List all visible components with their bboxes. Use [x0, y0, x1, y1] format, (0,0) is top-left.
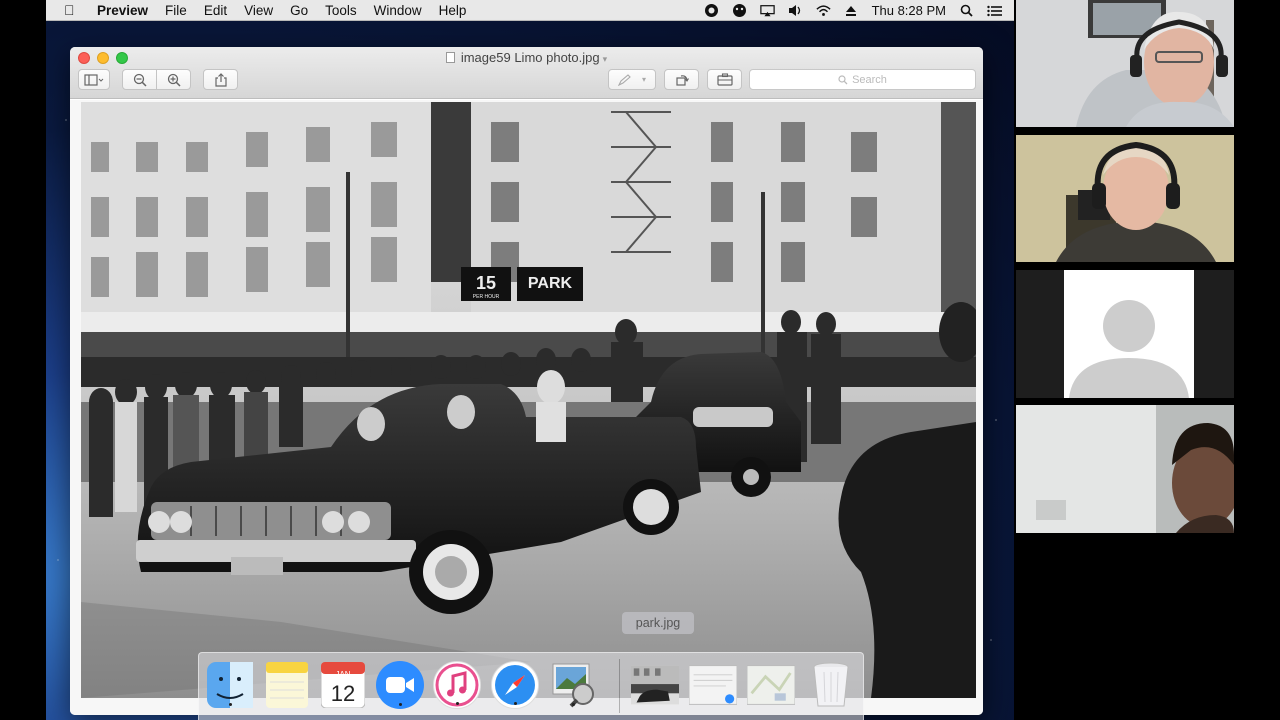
map-thumbnail-icon — [747, 665, 795, 705]
participant-tile-2[interactable] — [1016, 135, 1234, 262]
sign-fifteen: 15 — [476, 273, 496, 293]
status-face-icon[interactable] — [732, 4, 747, 17]
zoom-in-button[interactable] — [156, 69, 191, 90]
participant-video-2 — [1016, 135, 1234, 262]
sign-park: PARK — [528, 275, 573, 292]
volume-icon[interactable] — [788, 4, 803, 17]
trash-icon — [813, 662, 849, 707]
safari-icon — [495, 665, 535, 705]
menu-bar:  Preview File Edit View Go Tools Window… — [46, 0, 1014, 21]
participant-tile-3[interactable] — [1016, 270, 1234, 398]
search-icon — [838, 74, 848, 84]
calendar-month: JAN — [335, 670, 351, 679]
document-title-text: image59 Limo photo.jpg — [460, 50, 600, 65]
desktop-stage:  Preview File Edit View Go Tools Window… — [0, 0, 1280, 720]
limo-photo[interactable]: 15 PER HOUR PARK — [81, 102, 976, 698]
dock-map-thumbnail[interactable] — [747, 661, 795, 709]
image-viewport[interactable]: 15 PER HOUR PARK — [70, 100, 983, 715]
zoom-video-icon — [386, 677, 414, 693]
menu-window[interactable]: Window — [374, 3, 422, 18]
participant-video-1 — [1016, 0, 1234, 127]
markup-pen-button[interactable]: ▾ — [608, 69, 656, 90]
shared-screen:  Preview File Edit View Go Tools Window… — [46, 0, 1014, 720]
zoom-in-icon — [167, 73, 181, 87]
menu-view[interactable]: View — [244, 3, 273, 18]
document-icon — [445, 52, 455, 63]
zoom-out-icon — [133, 73, 147, 87]
dock-preview[interactable] — [549, 661, 597, 709]
markup-toolbox-button[interactable] — [707, 69, 742, 90]
rotate-icon — [675, 74, 689, 86]
dock-document-thumbnail[interactable] — [689, 661, 737, 709]
dock-trash[interactable] — [807, 661, 855, 709]
notification-center-icon[interactable] — [987, 4, 1002, 17]
search-input[interactable]: Search — [749, 69, 976, 90]
preview-app-icon — [552, 663, 594, 708]
menu-app-name[interactable]: Preview — [97, 3, 148, 18]
participant-tile-1[interactable] — [1016, 0, 1234, 127]
share-button[interactable] — [203, 69, 238, 90]
finder-icon — [207, 662, 253, 708]
wifi-icon[interactable] — [815, 4, 831, 17]
preview-window: image59 Limo photo.jpg ▾ ▾ Search 15 PER… — [70, 47, 983, 715]
share-icon — [214, 72, 227, 87]
spotlight-search-icon[interactable] — [959, 4, 974, 17]
dock-tooltip: park.jpg — [622, 612, 694, 634]
menu-go[interactable]: Go — [290, 3, 308, 18]
participant-avatar — [1064, 270, 1194, 398]
menu-file[interactable]: File — [165, 3, 187, 18]
zoom-out-button[interactable] — [122, 69, 157, 90]
document-thumbnail-icon — [689, 665, 737, 705]
chevron-down-icon: ▾ — [641, 75, 646, 84]
toolbox-icon — [716, 73, 733, 86]
running-indicator — [398, 703, 402, 706]
chevron-down-icon: ▾ — [602, 54, 608, 64]
dock-notes[interactable] — [263, 661, 311, 709]
sign-per-hour: PER HOUR — [473, 294, 500, 300]
calendar-day: 12 — [330, 681, 356, 706]
menu-tools[interactable]: Tools — [325, 3, 357, 18]
dock-park-jpg[interactable] — [631, 661, 679, 709]
running-indicator — [455, 702, 459, 705]
creative-cloud-icon[interactable] — [704, 4, 719, 17]
dock-finder[interactable] — [206, 661, 254, 709]
participant-tile-4[interactable] — [1016, 405, 1234, 533]
dock-calendar[interactable]: JAN 12 — [319, 661, 367, 709]
sidebar-toggle-button[interactable] — [78, 69, 110, 90]
default-avatar-icon — [1069, 300, 1189, 398]
dock-itunes[interactable] — [433, 661, 481, 709]
photo-illustration: 15 PER HOUR PARK — [81, 102, 976, 698]
running-indicator — [228, 703, 232, 706]
dock-zoom[interactable] — [376, 661, 424, 709]
document-title[interactable]: image59 Limo photo.jpg ▾ — [70, 50, 983, 65]
dock: JAN 12 — [198, 652, 864, 720]
apple-menu-icon[interactable]:  — [64, 2, 80, 18]
rotate-button[interactable] — [664, 69, 699, 90]
window-titlebar[interactable]: image59 Limo photo.jpg ▾ ▾ Search — [70, 47, 983, 99]
participant-video-4 — [1016, 405, 1234, 533]
menu-help[interactable]: Help — [439, 3, 467, 18]
notes-icon — [266, 662, 308, 708]
eject-icon[interactable] — [844, 4, 859, 17]
image-thumbnail-icon — [631, 665, 679, 705]
running-indicator — [571, 703, 575, 706]
dock-separator — [619, 659, 620, 713]
sidebar-icon — [84, 73, 104, 86]
itunes-icon — [435, 663, 479, 707]
search-placeholder: Search — [852, 73, 887, 86]
running-indicator — [513, 702, 517, 705]
menu-extras: Thu 8:28 PM — [704, 0, 1002, 21]
dock-safari[interactable] — [491, 661, 539, 709]
menubar-clock[interactable]: Thu 8:28 PM — [872, 3, 946, 18]
airplay-icon[interactable] — [759, 4, 775, 17]
menu-edit[interactable]: Edit — [204, 3, 227, 18]
pen-icon — [617, 73, 631, 86]
